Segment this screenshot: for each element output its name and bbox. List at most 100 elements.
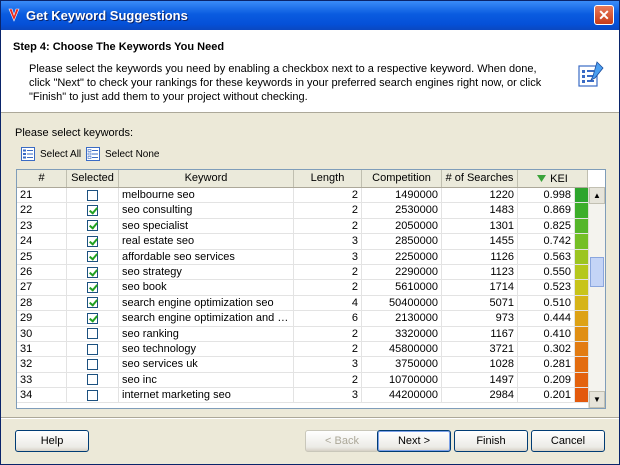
scroll-thumb[interactable]: [590, 257, 604, 287]
row-number: 27: [17, 280, 67, 295]
column-header-keyword[interactable]: Keyword: [119, 170, 294, 187]
checklist-icon: [578, 61, 604, 87]
table-row[interactable]: 22 seo consulting 2 2530000 1483 0.869: [17, 203, 588, 219]
kei-cell: 0.302: [518, 341, 575, 357]
keyword-checkbox[interactable]: [87, 374, 98, 386]
keyword-checkbox[interactable]: [87, 328, 98, 340]
column-header-searches[interactable]: # of Searches: [442, 170, 518, 187]
length-cell: 2: [294, 203, 362, 218]
table-row[interactable]: 24 real estate seo 3 2850000 1455 0.742: [17, 234, 588, 250]
row-number: 26: [17, 264, 67, 280]
selected-cell: [67, 388, 119, 403]
column-header-competition[interactable]: Competition: [362, 170, 442, 187]
column-header-length[interactable]: Length: [294, 170, 362, 187]
kei-color-indicator: [575, 249, 588, 264]
kei-color-indicator: [575, 341, 588, 357]
selected-cell: [67, 234, 119, 249]
searches-cell: 1301: [442, 218, 518, 234]
competition-cell: 10700000: [362, 372, 442, 388]
kei-cell: 0.523: [518, 280, 575, 295]
length-cell: 2: [294, 372, 362, 388]
length-cell: 3: [294, 249, 362, 264]
searches-cell: 973: [442, 311, 518, 326]
keyword-cell: seo ranking: [119, 326, 294, 341]
keyword-checkbox[interactable]: [87, 343, 98, 355]
competition-cell: 2530000: [362, 203, 442, 218]
keyword-checkbox[interactable]: [87, 282, 98, 294]
row-number: 24: [17, 234, 67, 249]
keyword-checkbox[interactable]: [87, 205, 98, 217]
vertical-scrollbar[interactable]: ▲ ▼: [588, 187, 605, 408]
next-button[interactable]: Next >: [377, 430, 451, 452]
select-none-button[interactable]: Select None: [86, 146, 159, 162]
kei-cell: 0.550: [518, 264, 575, 280]
keyword-cell: search engine optimization seo: [119, 295, 294, 311]
searches-cell: 1123: [442, 264, 518, 280]
keyword-cell: seo specialist: [119, 218, 294, 234]
column-header-kei[interactable]: KEI: [518, 170, 588, 187]
kei-color-indicator: [575, 218, 588, 234]
searches-cell: 5071: [442, 295, 518, 311]
table-row[interactable]: 27 seo book 2 5610000 1714 0.523: [17, 280, 588, 296]
keyword-checkbox[interactable]: [87, 189, 98, 201]
searches-cell: 3721: [442, 341, 518, 357]
keyword-checkbox[interactable]: [87, 297, 98, 309]
competition-cell: 2850000: [362, 234, 442, 249]
kei-color-indicator: [575, 326, 588, 341]
competition-cell: 2050000: [362, 218, 442, 234]
kei-color-indicator: [575, 388, 588, 403]
table-row[interactable]: 31 seo technology 2 45800000 3721 0.302: [17, 341, 588, 358]
keyword-checkbox[interactable]: [87, 220, 98, 232]
column-header-number[interactable]: #: [17, 170, 67, 187]
kei-cell: 0.281: [518, 357, 575, 372]
selected-cell: [67, 218, 119, 234]
length-cell: 3: [294, 234, 362, 249]
keyword-cell: seo inc: [119, 372, 294, 388]
keyword-cell: search engine optimization and se...: [119, 311, 294, 326]
table-row[interactable]: 30 seo ranking 2 3320000 1167 0.410: [17, 326, 588, 342]
table-row[interactable]: 26 seo strategy 2 2290000 1123 0.550: [17, 264, 588, 281]
kei-cell: 0.563: [518, 249, 575, 264]
scroll-up-button[interactable]: ▲: [589, 187, 605, 204]
competition-cell: 1490000: [362, 188, 442, 203]
keyword-cell: seo consulting: [119, 203, 294, 218]
keyword-checkbox[interactable]: [87, 389, 98, 401]
table-row[interactable]: 32 seo services uk 3 3750000 1028 0.281: [17, 357, 588, 373]
searches-cell: 1455: [442, 234, 518, 249]
close-button[interactable]: ✕: [594, 5, 614, 25]
finish-button[interactable]: Finish: [454, 430, 528, 452]
table-row[interactable]: 25 affordable seo services 3 2250000 1126 0.5…: [17, 249, 588, 265]
competition-cell: 2290000: [362, 264, 442, 280]
cancel-button[interactable]: Cancel: [531, 430, 605, 452]
keyword-cell: real estate seo: [119, 234, 294, 249]
keyword-checkbox[interactable]: [87, 358, 98, 370]
title-bar[interactable]: Get Keyword Suggestions ✕: [1, 1, 619, 30]
table-row[interactable]: 34 internet marketing seo 3 44200000 2984 0.2…: [17, 388, 588, 404]
help-button[interactable]: Help: [15, 430, 89, 452]
length-cell: 6: [294, 311, 362, 326]
table-row[interactable]: 28 search engine optimization seo 4 5040000…: [17, 295, 588, 312]
column-header-selected[interactable]: Selected: [67, 170, 119, 187]
selected-cell: [67, 203, 119, 218]
table-row[interactable]: 33 seo inc 2 10700000 1497 0.209: [17, 372, 588, 389]
table-row[interactable]: 29 search engine optimization and se... 6 2…: [17, 311, 588, 327]
row-number: 30: [17, 326, 67, 341]
keyword-checkbox[interactable]: [87, 312, 98, 324]
selected-cell: [67, 311, 119, 326]
selected-cell: [67, 326, 119, 341]
row-number: 33: [17, 372, 67, 388]
keyword-cell: seo book: [119, 280, 294, 295]
back-button[interactable]: < Back: [305, 430, 379, 452]
competition-cell: 2250000: [362, 249, 442, 264]
kei-cell: 0.201: [518, 388, 575, 403]
table-row[interactable]: 23 seo specialist 2 2050000 1301 0.825: [17, 218, 588, 235]
scroll-down-button[interactable]: ▼: [589, 391, 605, 408]
select-all-button[interactable]: Select All: [21, 146, 81, 162]
keyword-checkbox[interactable]: [87, 266, 98, 278]
keyword-cell: affordable seo services: [119, 249, 294, 264]
app-logo-icon: [8, 8, 20, 22]
keyword-checkbox[interactable]: [87, 251, 98, 263]
table-row[interactable]: 21 melbourne seo 2 1490000 1220 0.998: [17, 188, 588, 204]
keyword-checkbox[interactable]: [87, 235, 98, 247]
kei-color-indicator: [575, 203, 588, 218]
